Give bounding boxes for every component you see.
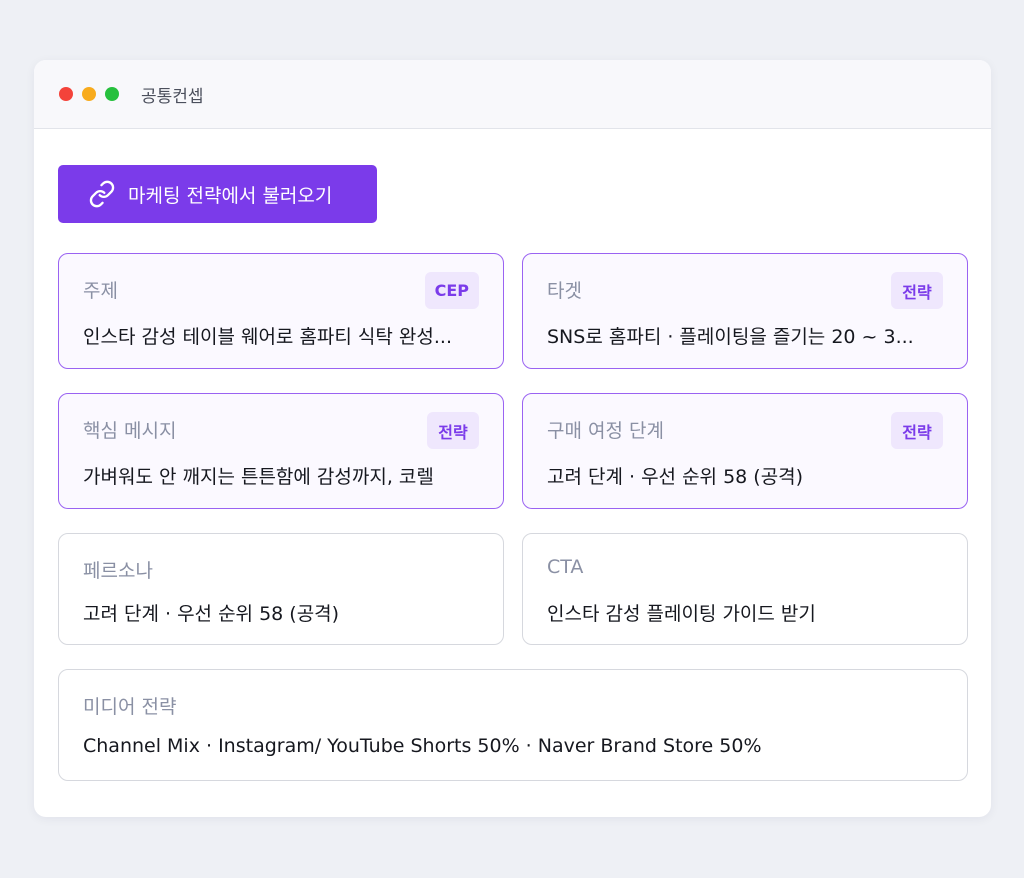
persona-card[interactable]: 페르소나 고려 단계 · 우선 순위 58 (공격)	[58, 533, 504, 645]
target-label: 타겟	[547, 280, 582, 302]
media-strategy-card[interactable]: 미디어 전략 Channel Mix · Instagram/ YouTube …	[58, 669, 968, 781]
topic-label: 주제	[83, 280, 118, 302]
purchase-journey-badge: 전략	[891, 412, 943, 449]
link-icon	[88, 180, 116, 208]
media-strategy-label: 미디어 전략	[83, 696, 177, 718]
window-title: 공통컨셉	[141, 86, 204, 107]
topic-value: 인스타 감성 테이블 웨어로 홈파티 식탁 완성...	[83, 326, 452, 348]
cta-card[interactable]: CTA 인스타 감성 플레이팅 가이드 받기	[522, 533, 968, 645]
persona-label: 페르소나	[83, 560, 153, 582]
cta-value: 인스타 감성 플레이팅 가이드 받기	[547, 603, 816, 625]
minimize-dot-icon[interactable]	[82, 87, 96, 101]
title-bar: 공통컨셉	[34, 60, 991, 129]
key-message-card[interactable]: 핵심 메시지 전략 가벼워도 안 깨지는 튼튼함에 감성까지, 코렐	[58, 393, 504, 509]
topic-card[interactable]: 주제 CEP 인스타 감성 테이블 웨어로 홈파티 식탁 완성...	[58, 253, 504, 369]
target-card[interactable]: 타겟 전략 SNS로 홈파티 · 플레이팅을 즐기는 20 ~ 3...	[522, 253, 968, 369]
purchase-journey-value: 고려 단계 · 우선 순위 58 (공격)	[547, 466, 804, 488]
cta-label: CTA	[547, 556, 584, 578]
target-value: SNS로 홈파티 · 플레이팅을 즐기는 20 ~ 3...	[547, 326, 914, 348]
target-badge: 전략	[891, 272, 943, 309]
maximize-dot-icon[interactable]	[105, 87, 119, 101]
close-dot-icon[interactable]	[59, 87, 73, 101]
persona-value: 고려 단계 · 우선 순위 58 (공격)	[83, 603, 340, 625]
key-message-badge: 전략	[427, 412, 479, 449]
import-from-strategy-button[interactable]: 마케팅 전략에서 불러오기	[58, 165, 377, 223]
media-strategy-value: Channel Mix · Instagram/ YouTube Shorts …	[83, 735, 762, 757]
topic-badge: CEP	[424, 272, 479, 309]
concept-window: 공통컨셉 마케팅 전략에서 불러오기 주제 CEP 인스타 감성 테이블 웨어로…	[34, 60, 991, 817]
purchase-journey-card[interactable]: 구매 여정 단계 전략 고려 단계 · 우선 순위 58 (공격)	[522, 393, 968, 509]
key-message-label: 핵심 메시지	[83, 420, 177, 442]
key-message-value: 가벼워도 안 깨지는 튼튼함에 감성까지, 코렐	[83, 466, 434, 488]
purchase-journey-label: 구매 여정 단계	[547, 420, 664, 442]
import-button-label: 마케팅 전략에서 불러오기	[128, 184, 333, 207]
